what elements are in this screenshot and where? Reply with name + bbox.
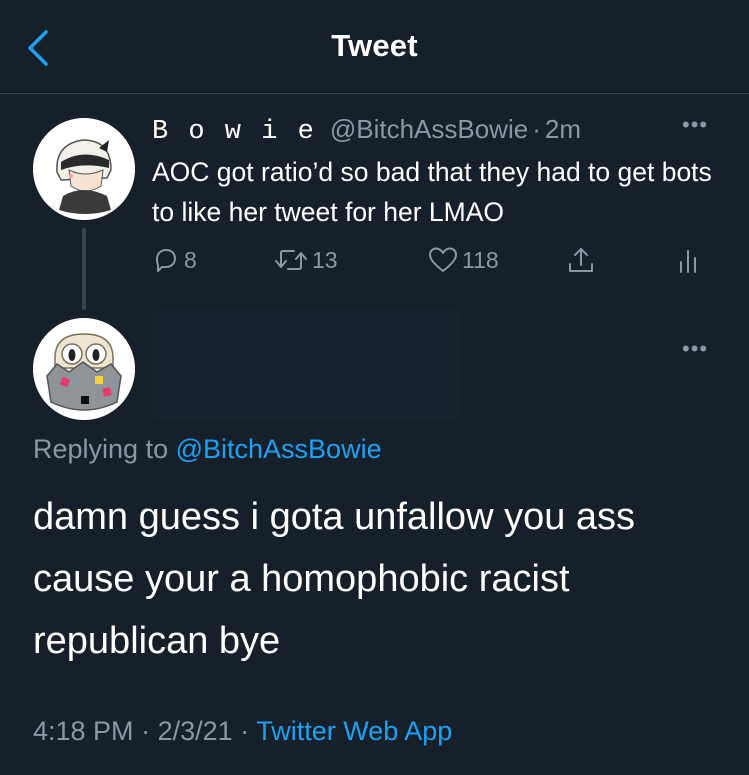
- avatar[interactable]: [33, 118, 135, 220]
- analytics-button[interactable]: [676, 240, 702, 280]
- like-button[interactable]: 118: [428, 240, 499, 280]
- replying-prefix: Replying to: [33, 434, 169, 464]
- separator-dot: ·: [532, 114, 541, 144]
- reply-icon: [156, 249, 176, 272]
- reply-button[interactable]: 8: [152, 240, 197, 280]
- redacted-user-name: [152, 310, 460, 420]
- retweet-button[interactable]: 13: [274, 240, 338, 280]
- reply-tweet-text: damn guess i gota unfallow you ass cause…: [33, 496, 636, 662]
- replying-to-line: Replying to @BitchAssBowie: [33, 434, 382, 465]
- retweet-count: 13: [312, 246, 338, 273]
- display-name[interactable]: B o w i e: [152, 117, 316, 147]
- tweet-actions: 8 13 118: [152, 240, 712, 280]
- share-button[interactable]: [566, 240, 596, 280]
- tweet-date: 2/3/21: [157, 716, 233, 746]
- separator-dot: ·: [240, 716, 250, 746]
- page-title: Tweet: [331, 28, 418, 63]
- user-handle[interactable]: @BitchAssBowie: [330, 114, 528, 145]
- tweet-text: AOC got ratio’d so bad that they had to …: [152, 157, 712, 227]
- tweet-time[interactable]: 2m: [545, 114, 581, 145]
- source-app-link[interactable]: Twitter Web App: [256, 716, 452, 746]
- like-count: 118: [462, 246, 499, 273]
- retweet-icon: [275, 250, 307, 270]
- reply-count: 8: [184, 246, 197, 273]
- anime-character-avatar-icon: [33, 118, 135, 220]
- replying-mention-link[interactable]: @BitchAssBowie: [176, 434, 382, 464]
- analytics-icon: [680, 250, 696, 273]
- avatar[interactable]: [33, 318, 135, 420]
- share-icon: [569, 248, 593, 272]
- heart-icon: [429, 247, 457, 272]
- more-options-icon[interactable]: •••: [682, 336, 708, 362]
- separator-dot: ·: [141, 716, 151, 746]
- top-bar: Tweet: [0, 0, 749, 94]
- pokemon-avatar-icon: [33, 318, 135, 420]
- more-options-icon[interactable]: •••: [682, 112, 708, 138]
- tweet-timestamp: 4:18 PM: [33, 716, 134, 746]
- thread-connector-line: [82, 228, 86, 310]
- tweet-header: B o w i e @BitchAssBowie · 2m: [152, 114, 581, 148]
- tweet-metadata: 4:18 PM · 2/3/21 · Twitter Web App: [33, 716, 452, 747]
